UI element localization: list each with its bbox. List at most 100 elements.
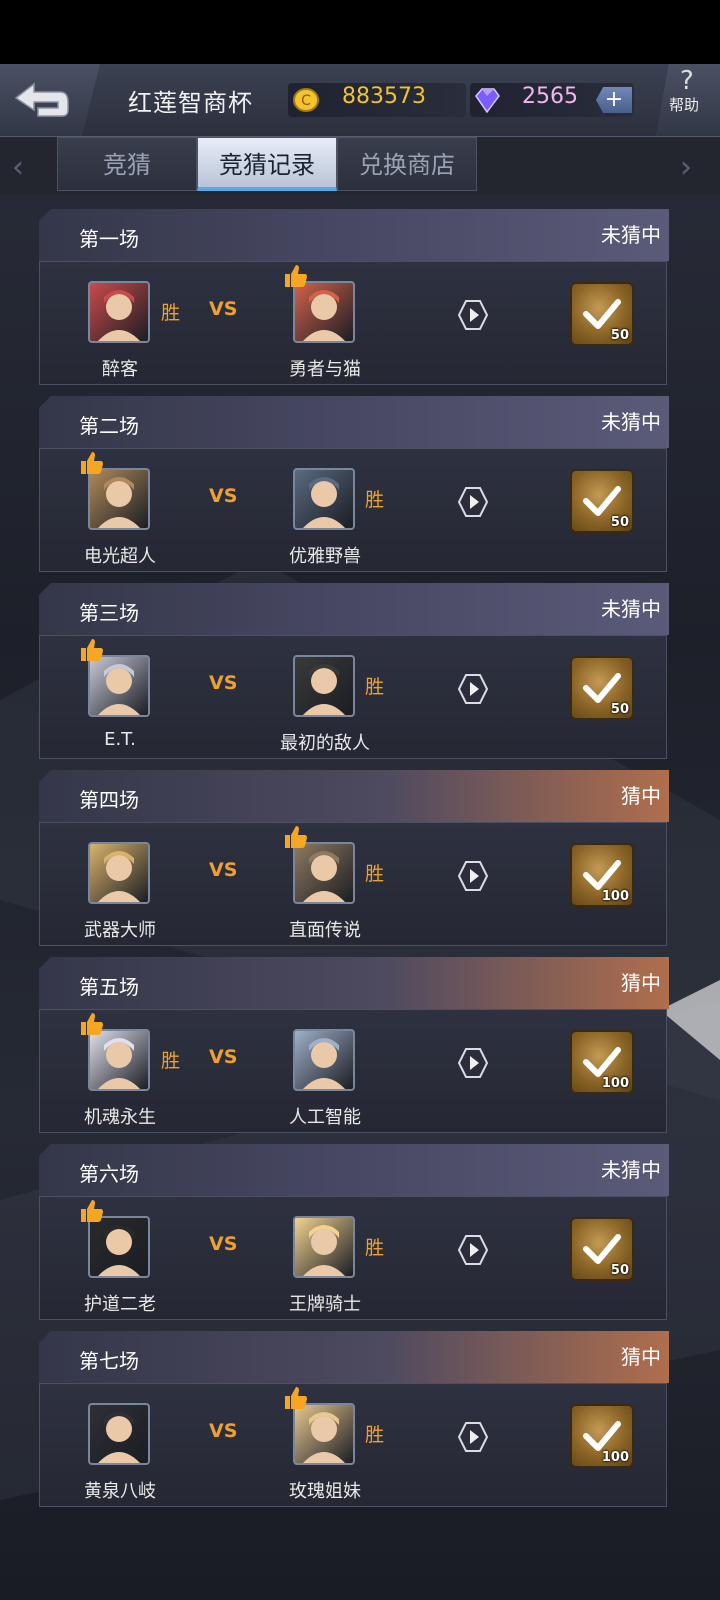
match-header: 第三场 未猜中 — [39, 583, 669, 635]
player-right-name: 直面传说 — [289, 920, 361, 941]
reward-amount: 100 — [601, 1450, 629, 1465]
thumbs-up-icon — [81, 639, 103, 661]
tab-exchange-shop[interactable]: 兑换商店 — [337, 137, 477, 191]
portrait-icon — [98, 290, 140, 341]
portrait-icon — [303, 290, 345, 341]
player-right-avatar[interactable] — [293, 1403, 355, 1465]
vs-label: VS — [209, 1046, 238, 1068]
player-left-avatar[interactable] — [88, 655, 150, 717]
portrait-icon — [98, 1038, 140, 1089]
match-body: 胜 VS 机魂永生 人工智能 100 — [39, 1009, 667, 1133]
player-right-avatar[interactable] — [293, 1029, 355, 1091]
reward-amount: 50 — [610, 702, 629, 717]
player-right-avatar[interactable] — [293, 842, 355, 904]
match-title: 第五场 — [79, 975, 139, 999]
player-left-avatar[interactable] — [88, 468, 150, 530]
replay-play-icon[interactable] — [458, 861, 488, 891]
player-right-avatar[interactable] — [293, 468, 355, 530]
player-left-name: 黄泉八岐 — [84, 1481, 156, 1502]
svg-text:C: C — [301, 93, 311, 109]
player-right-avatar[interactable] — [293, 281, 355, 343]
tab-guess-records[interactable]: 竞猜记录 — [197, 137, 337, 191]
match-title: 第二场 — [79, 414, 139, 438]
winner-label: 胜 — [365, 863, 385, 885]
match-title: 第三场 — [79, 601, 139, 625]
help-icon: ? — [680, 66, 694, 96]
player-left-avatar[interactable] — [88, 1029, 150, 1091]
replay-play-icon[interactable] — [458, 1048, 488, 1078]
tab-guess[interactable]: 竞猜 — [57, 137, 197, 191]
replay-play-icon[interactable] — [458, 674, 488, 704]
portrait-icon — [303, 1038, 345, 1089]
match-result-status: 未猜中 — [601, 410, 661, 434]
add-gems-button[interactable]: + — [596, 87, 632, 113]
match-header: 第七场 猜中 — [39, 1331, 669, 1383]
player-right-name: 玫瑰姐妹 — [289, 1481, 361, 1502]
player-left-avatar[interactable] — [88, 1403, 150, 1465]
player-left-name: 醉客 — [102, 359, 138, 380]
match-header: 第五场 猜中 — [39, 957, 669, 1009]
reward-chest[interactable]: 100 — [570, 1404, 634, 1468]
portrait-icon — [303, 851, 345, 902]
replay-play-icon[interactable] — [458, 1235, 488, 1265]
winner-label: 胜 — [365, 1237, 385, 1259]
player-left-avatar[interactable] — [88, 842, 150, 904]
match-result-status: 未猜中 — [601, 597, 661, 621]
match-header: 第四场 猜中 — [39, 770, 669, 822]
reward-chest[interactable]: 100 — [570, 843, 634, 907]
match-result-status: 猜中 — [621, 784, 661, 808]
reward-chest[interactable]: 100 — [570, 1030, 634, 1094]
match-card: 第二场 未猜中 VS 胜 电光超人 优雅野兽 50 — [39, 396, 669, 573]
player-left-avatar[interactable] — [88, 1216, 150, 1278]
gem-icon — [475, 88, 500, 114]
gem-amount: 2565 — [522, 84, 578, 109]
reward-chest[interactable]: 50 — [570, 282, 634, 346]
top-bar: 红莲智商杯 C 883573 2565 + ? 帮助 — [0, 64, 720, 137]
reward-amount: 50 — [610, 328, 629, 343]
match-title: 第六场 — [79, 1162, 139, 1186]
portrait-icon — [98, 851, 140, 902]
thumbs-up-icon — [285, 1387, 307, 1409]
match-card: 第一场 未猜中 胜 VS 醉客 勇者与猫 50 — [39, 209, 669, 386]
portrait-icon — [98, 1225, 140, 1276]
replay-play-icon[interactable] — [458, 300, 488, 330]
portrait-icon — [303, 477, 345, 528]
thumbs-up-icon — [81, 1200, 103, 1222]
reward-chest[interactable]: 50 — [570, 469, 634, 533]
match-title: 第一场 — [79, 227, 139, 251]
match-card: 第五场 猜中 胜 VS 机魂永生 人工智能 100 — [39, 957, 669, 1134]
match-result-status: 未猜中 — [601, 1158, 661, 1182]
reward-amount: 50 — [610, 515, 629, 530]
match-result-status: 未猜中 — [601, 223, 661, 247]
portrait-icon — [303, 1412, 345, 1463]
reward-amount: 50 — [610, 1263, 629, 1278]
tab-prev-icon[interactable]: ‹ — [12, 150, 24, 185]
player-right-avatar[interactable] — [293, 1216, 355, 1278]
player-left-name: 机魂永生 — [84, 1107, 156, 1128]
winner-label: 胜 — [161, 1050, 181, 1072]
replay-play-icon[interactable] — [458, 487, 488, 517]
vs-label: VS — [209, 859, 238, 881]
reward-chest[interactable]: 50 — [570, 656, 634, 720]
tab-next-icon[interactable]: › — [680, 150, 692, 185]
thumbs-up-icon — [81, 452, 103, 474]
vs-label: VS — [209, 298, 238, 320]
replay-play-icon[interactable] — [458, 1422, 488, 1452]
match-body: VS 胜 武器大师 直面传说 100 — [39, 822, 667, 946]
portrait-icon — [98, 477, 140, 528]
player-left-name: 电光超人 — [84, 546, 156, 567]
reward-amount: 100 — [601, 1076, 629, 1091]
match-card: 第四场 猜中 VS 胜 武器大师 直面传说 100 — [39, 770, 669, 947]
player-right-avatar[interactable] — [293, 655, 355, 717]
match-result-status: 猜中 — [621, 971, 661, 995]
winner-label: 胜 — [365, 1424, 385, 1446]
player-left-avatar[interactable] — [88, 281, 150, 343]
reward-chest[interactable]: 50 — [570, 1217, 634, 1281]
help-label: 帮助 — [669, 96, 700, 114]
match-title: 第四场 — [79, 788, 139, 812]
gold-amount: 883573 — [342, 84, 426, 109]
match-body: VS 胜 电光超人 优雅野兽 50 — [39, 448, 667, 572]
back-button[interactable] — [0, 64, 100, 136]
player-right-name: 最初的敌人 — [280, 733, 370, 754]
match-header: 第六场 未猜中 — [39, 1144, 669, 1196]
